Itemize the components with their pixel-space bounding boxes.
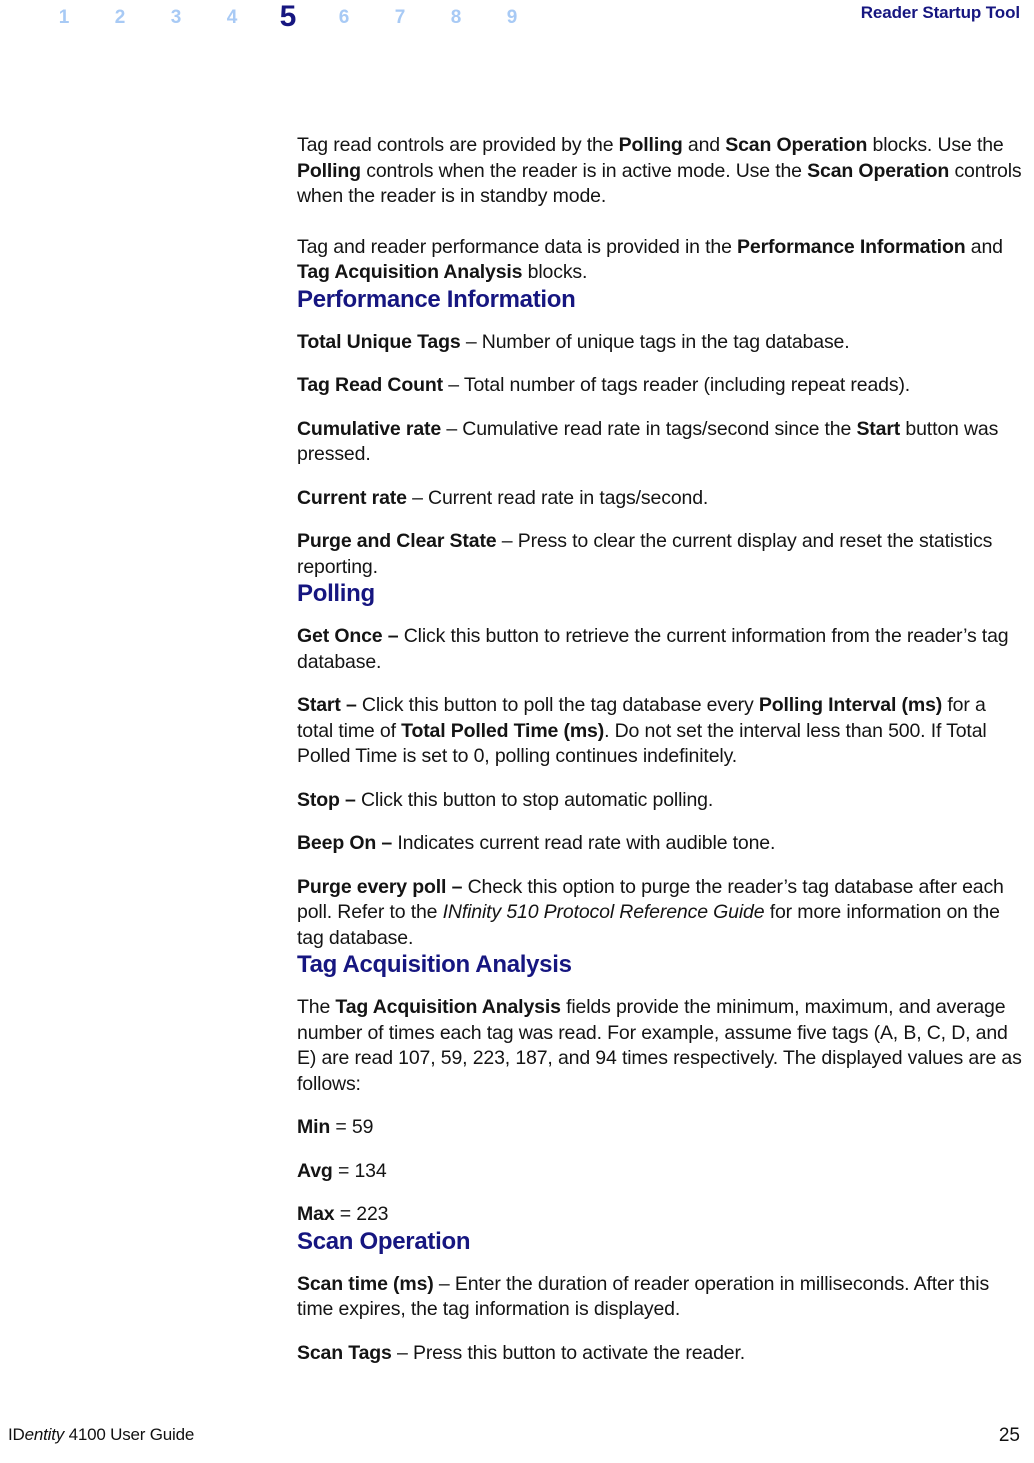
guide-name-prefix: ID	[8, 1425, 25, 1444]
definition-tag-read-count: Tag Read Count – Total number of tags re…	[297, 373, 1023, 399]
term-label: Start –	[297, 694, 357, 716]
chapter-tab-4[interactable]: 4	[204, 6, 260, 30]
heading-performance-information: Performance Information	[297, 285, 576, 313]
definition-total-unique-tags: Total Unique Tags – Number of unique tag…	[297, 330, 1023, 356]
definition-purge-and-clear-state: Purge and Clear State – Press to clear t…	[297, 529, 1023, 580]
value-text: = 223	[334, 1203, 389, 1225]
bold-run-scan-operation-2: Scan Operation	[807, 159, 950, 182]
definition-scan-time-ms: Scan time (ms) – Enter the duration of r…	[297, 1272, 1023, 1323]
text-run: blocks.	[522, 261, 588, 283]
italic-run-infinity-510-guide: INfinity 510 Protocol Reference Guide	[442, 901, 765, 923]
chapter-tab-6[interactable]: 6	[316, 6, 372, 30]
term-label: Cumulative rate	[297, 417, 442, 440]
heading-scan-operation: Scan Operation	[297, 1227, 471, 1255]
term-label: Purge and Clear State	[297, 530, 497, 552]
term-label: Scan time (ms)	[297, 1272, 434, 1295]
term-label: Avg	[297, 1159, 333, 1182]
heading-polling: Polling	[297, 580, 375, 607]
definition-scan-tags: Scan Tags – Press this button to activat…	[297, 1341, 1023, 1367]
guide-name-italic: entity	[24, 1425, 65, 1444]
chapter-tab-7[interactable]: 7	[372, 6, 428, 30]
chapter-tab-3[interactable]: 3	[148, 6, 204, 30]
chapter-tab-strip: 1 2 3 4 5 6 7 8 9	[36, 2, 540, 32]
chapter-tab-1[interactable]: 1	[36, 6, 92, 30]
text-run: Tag and reader performance data is provi…	[297, 235, 738, 258]
bold-run-start: Start	[856, 417, 901, 440]
en-dash: –	[442, 374, 464, 396]
en-dash: –	[441, 417, 463, 440]
definition-cumulative-rate: Cumulative rate – Cumulative read rate i…	[297, 417, 1023, 468]
tag-acquisition-analysis-paragraph: The Tag Acquisition Analysis fields prov…	[297, 995, 1023, 1097]
definition-current-rate: Current rate – Current read rate in tags…	[297, 486, 1023, 512]
page-content: Tag read controls are provided by the Po…	[297, 133, 1023, 1366]
bold-run-total-polled-time-ms: Total Polled Time (ms)	[401, 719, 605, 742]
bold-run-tag-acquisition-analysis: Tag Acquisition Analysis	[335, 996, 561, 1018]
term-label: Min	[297, 1116, 331, 1138]
text-run: The	[297, 996, 336, 1018]
term-label: Beep On –	[297, 832, 393, 854]
definition-text: Total number of tags reader (including r…	[463, 374, 911, 396]
definition-get-once: Get Once – Click this button to retrieve…	[297, 624, 1023, 675]
definition-text: Current read rate in tags/second.	[428, 486, 709, 509]
text-run: and	[682, 134, 726, 156]
definition-text: Click this button to stop automatic poll…	[355, 788, 714, 811]
term-label: Get Once –	[297, 625, 399, 647]
bold-run-polling-interval-ms: Polling Interval (ms)	[758, 694, 943, 716]
definition-text: Click this button to retrieve the curren…	[297, 625, 1009, 673]
term-label: Purge every poll –	[297, 875, 463, 898]
text-run: Tag read controls are provided by the	[297, 134, 619, 156]
heading-tag-acquisition-analysis: Tag Acquisition Analysis	[297, 951, 572, 978]
chapter-tab-9[interactable]: 9	[484, 6, 540, 30]
term-label: Stop –	[297, 788, 356, 811]
term-label: Current rate	[297, 486, 407, 509]
definition-text: Indicates current read rate with audible…	[392, 832, 776, 854]
en-dash: –	[496, 530, 518, 552]
text-run: and	[965, 235, 1003, 258]
definition-text: Number of unique tags in the tag databas…	[481, 330, 850, 353]
bold-run-tag-acquisition-analysis: Tag Acquisition Analysis	[297, 261, 523, 283]
en-dash: –	[406, 486, 429, 509]
page-header: 1 2 3 4 5 6 7 8 9 Reader Startup Tool	[0, 0, 1034, 40]
text-run: controls when the reader is in active mo…	[360, 159, 808, 182]
en-dash: –	[433, 1272, 455, 1295]
footer-guide-name: IDentity 4100 User Guide	[8, 1425, 194, 1445]
value-avg: Avg = 134	[297, 1159, 1023, 1185]
guide-name-suffix: 4100 User Guide	[64, 1425, 195, 1444]
definition-text: Click this button to poll the tag databa…	[356, 694, 759, 716]
definition-stop: Stop – Click this button to stop automat…	[297, 788, 1023, 814]
definition-beep-on: Beep On – Indicates current read rate wi…	[297, 831, 1023, 857]
page-number: 25	[998, 1425, 1020, 1446]
chapter-tab-8[interactable]: 8	[428, 6, 484, 30]
bold-run-polling: Polling	[618, 134, 683, 156]
value-text: = 134	[332, 1159, 387, 1182]
definition-start: Start – Click this button to poll the ta…	[297, 693, 1023, 770]
value-max: Max = 223	[297, 1202, 1023, 1228]
running-header-title: Reader Startup Tool	[860, 3, 1020, 22]
text-run: blocks. Use the	[867, 134, 1004, 156]
en-dash: –	[391, 1341, 413, 1364]
intro-paragraph-2: Tag and reader performance data is provi…	[297, 235, 1023, 286]
intro-paragraph-1: Tag read controls are provided by the Po…	[297, 133, 1023, 210]
chapter-tab-2[interactable]: 2	[92, 6, 148, 30]
term-label: Max	[297, 1203, 335, 1225]
definition-text: Press this button to activate the reader…	[412, 1341, 746, 1364]
bold-run-scan-operation: Scan Operation	[725, 134, 868, 156]
term-label: Tag Read Count	[297, 374, 443, 396]
bold-run-polling-2: Polling	[297, 159, 361, 182]
definition-purge-every-poll: Purge every poll – Check this option to …	[297, 875, 1023, 952]
page-footer: IDentity 4100 User Guide 25	[0, 1425, 1034, 1455]
chapter-tab-5-current[interactable]: 5	[260, 2, 316, 32]
definition-text: Cumulative read rate in tags/second sinc…	[462, 417, 857, 440]
en-dash: –	[460, 330, 482, 353]
term-label: Scan Tags	[297, 1341, 392, 1364]
value-min: Min = 59	[297, 1115, 1023, 1141]
term-label: Total Unique Tags	[297, 330, 461, 353]
bold-run-performance-information: Performance Information	[737, 235, 966, 258]
value-text: = 59	[330, 1116, 374, 1138]
